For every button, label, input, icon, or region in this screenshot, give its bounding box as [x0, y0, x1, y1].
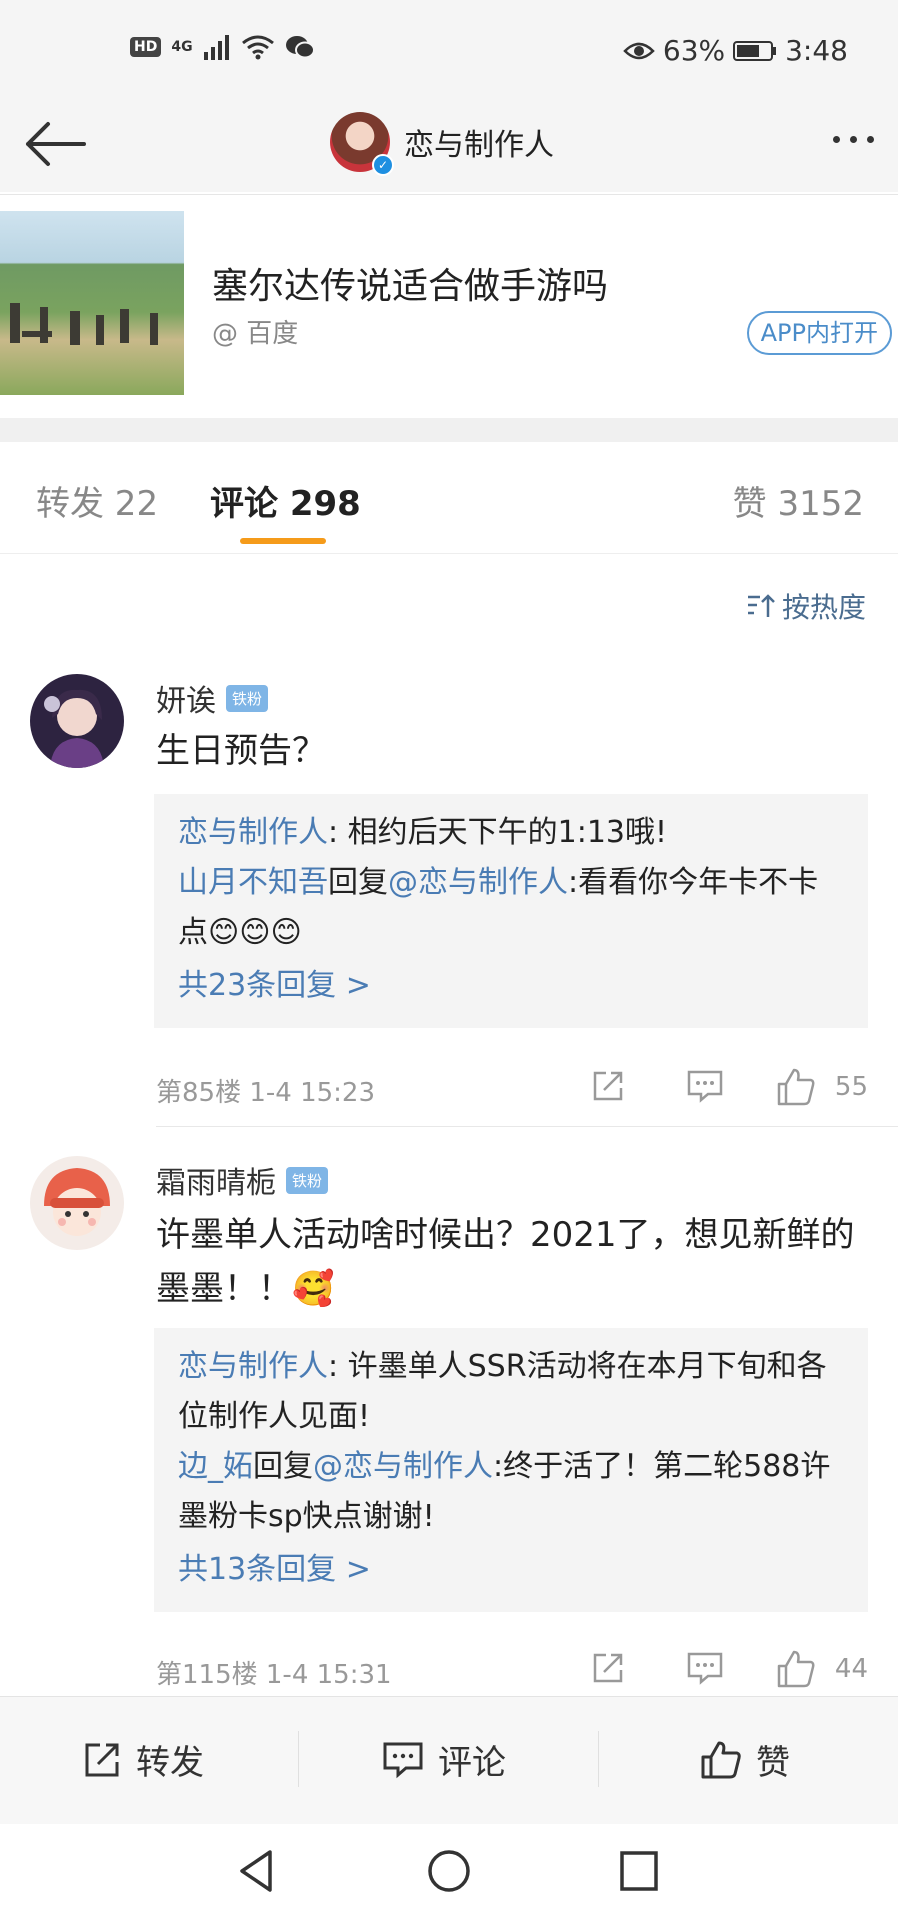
- reply-mid: 回复: [328, 865, 388, 900]
- card-source: @ 百度: [212, 319, 299, 349]
- like-count: 44: [834, 1654, 868, 1684]
- reply-line: 山月不知吾回复@恋与制作人:看看你今年卡不卡点😊😊😊: [178, 858, 844, 958]
- user-avatar[interactable]: [30, 1156, 124, 1250]
- thumbs-up-icon[interactable]: [776, 1650, 816, 1688]
- status-bar: HD 4G 63% 3:48: [0, 0, 898, 100]
- fan-badge: 铁粉: [226, 684, 269, 712]
- comment-icon[interactable]: [686, 1650, 724, 1686]
- tab-likes[interactable]: 赞 3152: [733, 476, 864, 525]
- like-button[interactable]: 赞: [700, 1735, 790, 1784]
- network-label: 4G: [171, 39, 193, 55]
- comment-text: 生日预告？: [156, 731, 326, 771]
- repost-label: 转发: [136, 1743, 204, 1783]
- reply-author[interactable]: 恋与制作人: [178, 815, 328, 850]
- thumbs-up-icon: [701, 1741, 741, 1778]
- tab-comments[interactable]: 评论 298: [210, 476, 361, 525]
- dot-icon: [833, 136, 840, 143]
- status-left: HD 4G: [130, 34, 315, 60]
- reply-author[interactable]: 山月不知吾: [178, 865, 328, 900]
- separator: [298, 1731, 299, 1787]
- card-thumbnail: [0, 211, 184, 395]
- view-replies-link[interactable]: 共13条回复 >: [178, 1542, 844, 1598]
- reply-mention[interactable]: @恋与制作人: [313, 1449, 493, 1484]
- back-triangle-icon[interactable]: [236, 1848, 276, 1894]
- recents-square-icon[interactable]: [618, 1848, 660, 1894]
- like-label: 赞: [756, 1743, 790, 1783]
- card-title[interactable]: 塞尔达传说适合做手游吗: [212, 257, 608, 309]
- comment-button[interactable]: 评论: [382, 1735, 506, 1784]
- bottom-action-bar: 转发 评论 赞: [0, 1696, 898, 1824]
- link-card[interactable]: 塞尔达传说适合做手游吗 @ 百度 APP内打开: [0, 194, 898, 418]
- reply-line: 恋与制作人: 许墨单人SSR活动将在本月下旬和各位制作人见面!: [178, 1342, 844, 1442]
- reply-mid: 回复: [253, 1449, 313, 1484]
- back-button[interactable]: [20, 114, 90, 174]
- thumbs-up-icon[interactable]: [776, 1068, 816, 1106]
- share-icon: [85, 1743, 119, 1776]
- home-circle-icon[interactable]: [426, 1848, 472, 1894]
- nav-account[interactable]: ✓ 恋与制作人: [330, 112, 554, 176]
- comment-author[interactable]: 妍诶 铁粉: [156, 676, 269, 720]
- reply-box[interactable]: 恋与制作人: 许墨单人SSR活动将在本月下旬和各位制作人见面! 边_妬回复@恋与…: [154, 1328, 868, 1612]
- sort-button[interactable]: 按热度: [746, 586, 866, 626]
- view-replies-link[interactable]: 共23条回复 >: [178, 958, 844, 1014]
- reply-box[interactable]: 恋与制作人: 相约后天下午的1:13哦! 山月不知吾回复@恋与制作人:看看你今年…: [154, 794, 868, 1028]
- eye-comfort-icon: [623, 42, 655, 59]
- reply-line: 边_妬回复@恋与制作人:终于活了！第二轮588许墨粉卡sp快点谢谢!: [178, 1442, 844, 1542]
- comment-meta: 第115楼 1-4 15:31: [156, 1660, 392, 1690]
- more-button[interactable]: [833, 136, 874, 143]
- tab-reposts[interactable]: 转发 22: [36, 476, 158, 525]
- system-nav-bar: [0, 1824, 898, 1920]
- reply-mention[interactable]: @恋与制作人: [388, 865, 568, 900]
- author-name[interactable]: 妍诶: [156, 676, 216, 720]
- signal-icon: [203, 35, 229, 60]
- sort-label: 按热度: [781, 591, 866, 624]
- separator: [598, 1731, 599, 1787]
- tab-bar: 转发 22 评论 298 赞 3152: [0, 442, 898, 554]
- dot-icon: [850, 136, 857, 143]
- hd-badge: HD: [130, 37, 162, 57]
- comment-author[interactable]: 霜雨晴栀 铁粉: [156, 1158, 329, 1202]
- nav-title[interactable]: 恋与制作人: [404, 120, 554, 164]
- comment-meta: 第85楼 1-4 15:23: [156, 1078, 376, 1108]
- user-avatar[interactable]: [30, 674, 124, 768]
- reply-line: 恋与制作人: 相约后天下午的1:13哦!: [178, 808, 844, 858]
- reply-author[interactable]: 恋与制作人: [178, 1349, 328, 1384]
- dot-icon: [867, 136, 874, 143]
- active-tab-indicator: [240, 538, 326, 544]
- share-icon[interactable]: [590, 1650, 626, 1686]
- wechat-icon: [285, 36, 315, 59]
- section-divider: [0, 418, 898, 442]
- comment-label: 评论: [438, 1743, 506, 1783]
- author-name[interactable]: 霜雨晴栀: [156, 1158, 276, 1202]
- share-icon[interactable]: [590, 1068, 626, 1104]
- comment-text: 许墨单人活动啥时候出？2021了，想见新鲜的墨墨！！🥰: [156, 1215, 855, 1309]
- clock: 3:48: [785, 34, 848, 67]
- comment-icon[interactable]: [686, 1068, 724, 1104]
- fan-badge: 铁粉: [286, 1166, 329, 1194]
- sort-icon: [747, 594, 775, 617]
- comment-footer: 第115楼 1-4 15:31 44: [156, 1644, 868, 1694]
- battery-percent: 63%: [662, 34, 726, 67]
- comment-icon: [383, 1742, 423, 1778]
- wifi-icon: [241, 35, 274, 60]
- comment-divider: [156, 1126, 898, 1127]
- nav-bar: ✓ 恋与制作人: [0, 100, 898, 192]
- status-right: 63% 3:48: [623, 34, 848, 67]
- account-avatar[interactable]: ✓: [330, 112, 394, 176]
- verified-icon: ✓: [372, 154, 394, 176]
- open-in-app-button[interactable]: APP内打开: [746, 311, 892, 355]
- reply-text: : 相约后天下午的1:13哦!: [328, 815, 668, 850]
- repost-button[interactable]: 转发: [82, 1735, 204, 1784]
- battery-icon: [733, 40, 777, 61]
- comment-footer: 第85楼 1-4 15:23 55: [156, 1062, 868, 1112]
- like-count: 55: [834, 1072, 868, 1102]
- arrow-left-icon: [26, 122, 86, 166]
- reply-author[interactable]: 边_妬: [178, 1449, 253, 1484]
